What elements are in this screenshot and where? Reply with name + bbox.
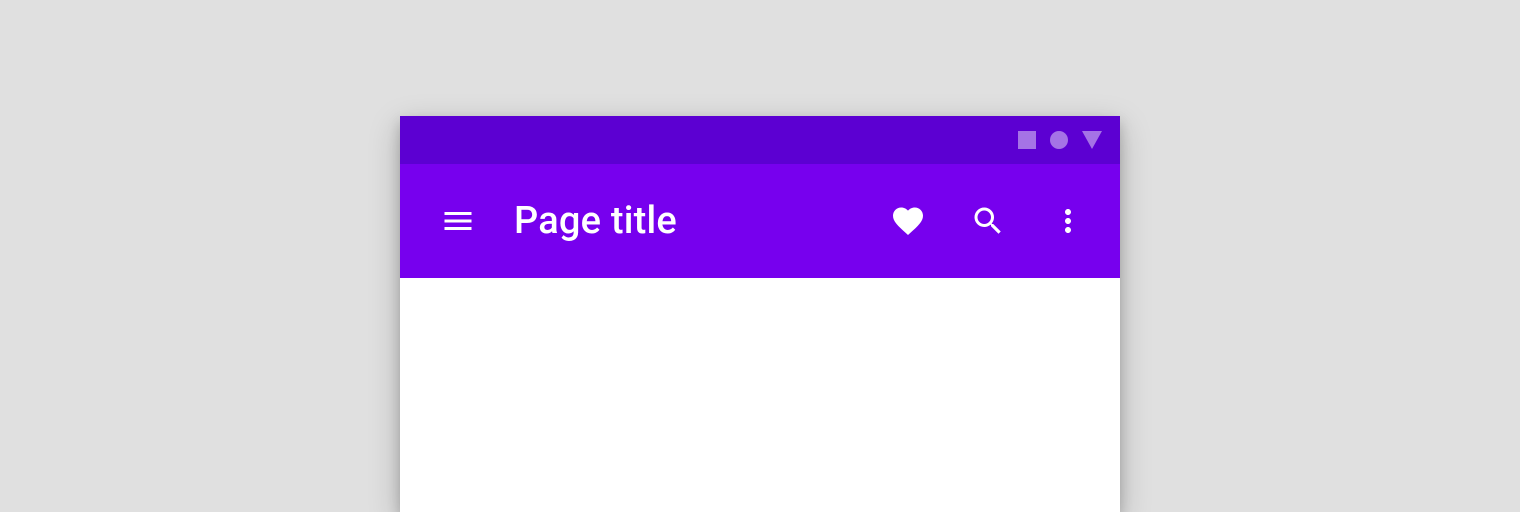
page-title: Page title	[514, 199, 884, 243]
status-bar	[400, 116, 1120, 164]
search-icon	[970, 203, 1006, 239]
heart-icon	[890, 203, 926, 239]
device-frame: Page title	[400, 116, 1120, 512]
status-square-icon	[1018, 131, 1036, 149]
menu-icon	[440, 203, 476, 239]
more-vert-icon	[1050, 203, 1086, 239]
search-button[interactable]	[964, 197, 1012, 245]
app-bar: Page title	[400, 164, 1120, 278]
status-circle-icon	[1050, 131, 1068, 149]
nav-menu-button[interactable]	[434, 197, 482, 245]
app-bar-actions	[884, 197, 1092, 245]
page-content	[400, 278, 1120, 512]
overflow-menu-button[interactable]	[1044, 197, 1092, 245]
status-triangle-icon	[1082, 131, 1102, 149]
favorite-button[interactable]	[884, 197, 932, 245]
